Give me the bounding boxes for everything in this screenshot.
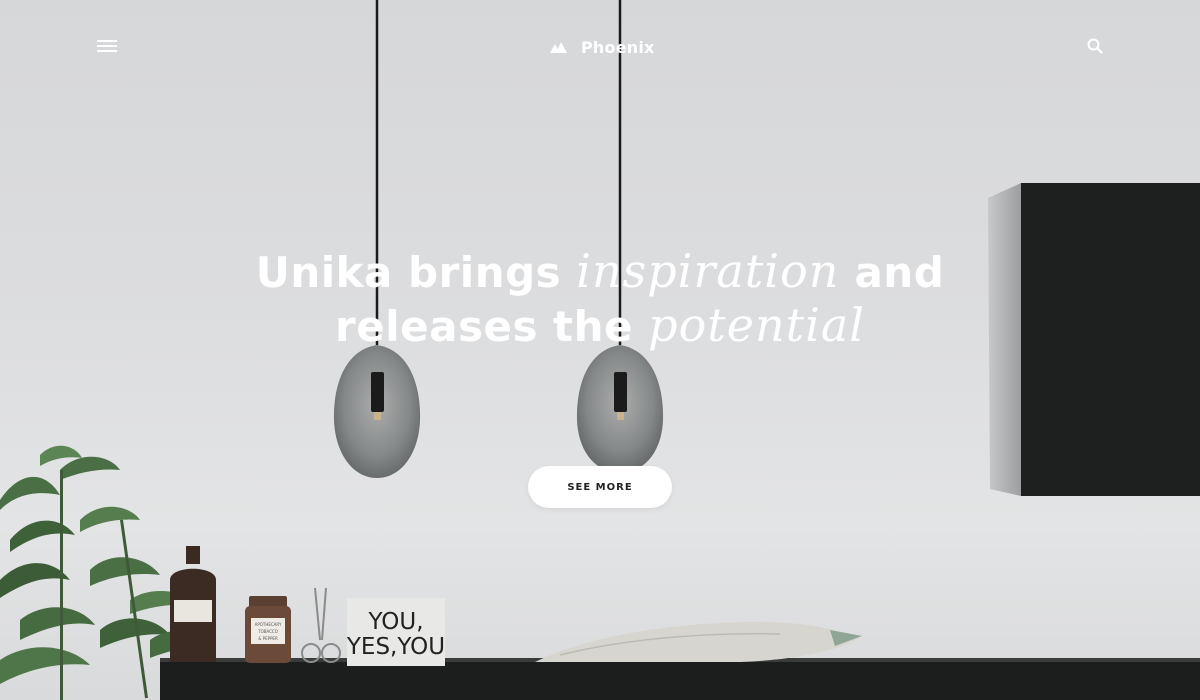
jar-label-line1: APOTHECARY <box>255 622 282 627</box>
headline-line1: Unika brings inspiration and <box>0 245 1200 299</box>
search-icon[interactable] <box>1086 37 1104 55</box>
driftwood <box>535 622 862 662</box>
apothecary-jar: APOTHECARY TOBACCO & PEPPER <box>245 596 291 663</box>
hero-headline: Unika brings inspiration and releases th… <box>0 245 1200 353</box>
see-more-button[interactable]: SEE MORE <box>528 466 672 508</box>
headline-line2: releases the potential <box>0 299 1200 353</box>
shelf <box>160 661 1200 700</box>
sign-line1: YOU, <box>367 609 423 635</box>
hero-section: APOTHECARY TOBACCO & PEPPER YOU, YES,YOU <box>0 0 1200 700</box>
jar-label-line2: TOBACCO <box>257 629 278 634</box>
amber-bottle <box>170 546 216 662</box>
pendant-lamp-left <box>333 0 421 478</box>
headline-text: releases the <box>335 302 649 351</box>
headline-emphasis: inspiration <box>576 244 840 298</box>
headline-text: and <box>839 248 945 297</box>
sign-line2: YES,YOU <box>346 634 445 660</box>
you-yes-you-sign: YOU, YES,YOU <box>346 598 445 666</box>
jar-label-line3: & PEPPER <box>258 636 278 641</box>
scissors <box>301 587 341 663</box>
brand-name: Phoenix <box>581 37 655 57</box>
mountain-logo-icon <box>550 42 567 53</box>
headline-text: Unika brings <box>255 248 577 297</box>
pendant-lamp-right <box>576 0 664 472</box>
hamburger-menu-icon[interactable] <box>97 40 117 54</box>
headline-emphasis: potential <box>648 298 865 352</box>
brand-logo[interactable]: Phoenix <box>550 36 655 58</box>
